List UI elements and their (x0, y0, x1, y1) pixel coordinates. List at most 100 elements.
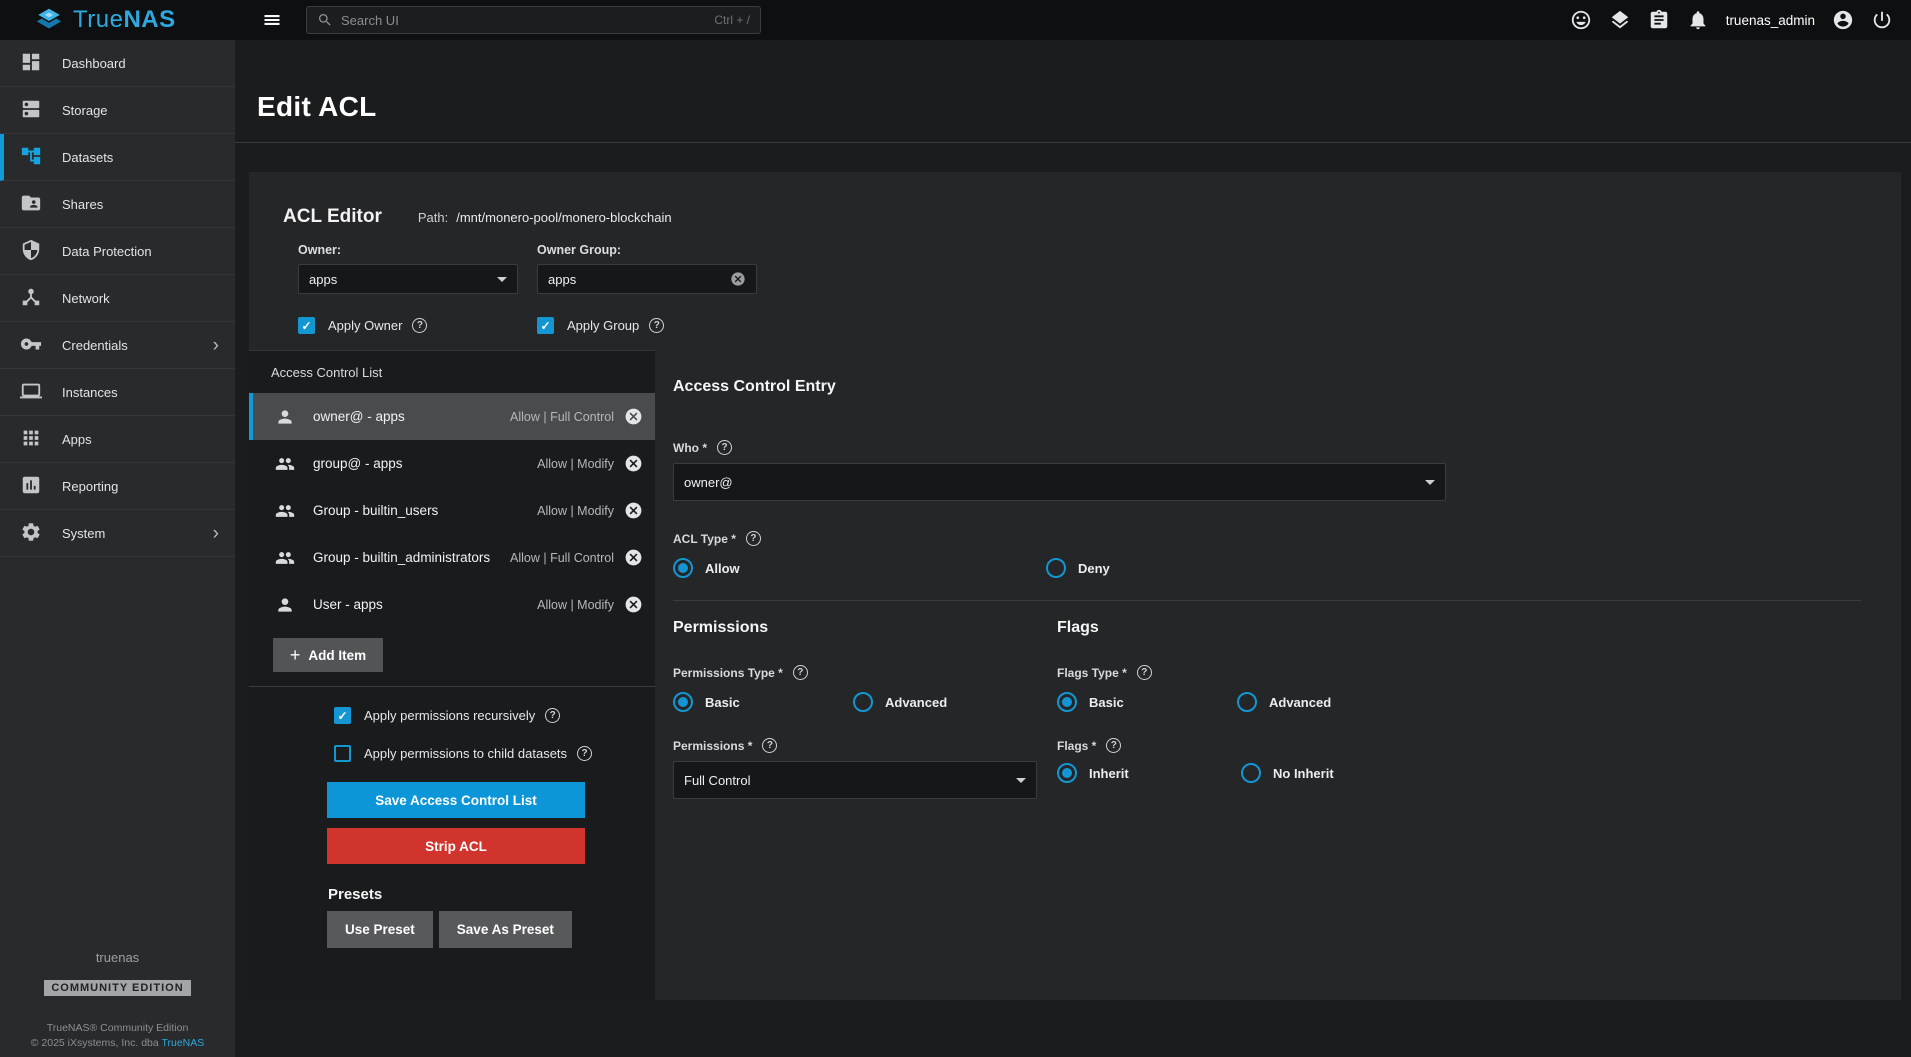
storage-icon (20, 98, 44, 122)
flags-column: Flags Flags Type * ? Basic (1057, 619, 1334, 799)
acl-list-heading: Access Control List (249, 351, 655, 393)
sidebar: Dashboard Storage Datasets Shares Data P… (0, 40, 235, 1057)
radio-allow[interactable] (673, 558, 693, 578)
radio-no-inherit[interactable] (1241, 763, 1261, 783)
help-icon[interactable]: ? (649, 318, 664, 333)
who-select[interactable]: owner@ (673, 463, 1446, 501)
footer-copyright-line: © 2025 iXsystems, Inc. dba TrueNAS (0, 1037, 235, 1049)
help-icon[interactable]: ? (1106, 738, 1121, 753)
search-box: Ctrl + / (306, 6, 761, 34)
radio-permissions-advanced[interactable] (853, 692, 873, 712)
sidebar-item-reporting[interactable]: Reporting (0, 463, 235, 510)
access-control-list-panel: Access Control List owner@ - apps Allow … (249, 350, 655, 1000)
apply-child-datasets-checkbox[interactable] (334, 745, 351, 762)
save-as-preset-button[interactable]: Save As Preset (439, 911, 572, 948)
acl-entry-row[interactable]: group@ - apps Allow | Modify (249, 440, 655, 487)
acl-editor-card: ACL Editor Path: /mnt/monero-pool/monero… (249, 172, 1901, 1000)
acl-type-label: ACL Type * ? (673, 531, 1861, 546)
sidebar-item-datasets[interactable]: Datasets (0, 134, 235, 181)
radio-deny[interactable] (1046, 558, 1066, 578)
radio-permissions-basic[interactable] (673, 692, 693, 712)
permissions-column: Permissions Permissions Type * ? Basic (673, 619, 1057, 799)
clear-input-icon[interactable] (730, 271, 746, 287)
permissions-select[interactable]: Full Control (673, 761, 1037, 799)
main-content: Edit ACL ACL Editor Path: /mnt/monero-po… (235, 40, 1911, 1057)
radio-flags-basic[interactable] (1057, 692, 1077, 712)
search-input[interactable] (341, 13, 714, 28)
dropdown-arrow-icon (1425, 480, 1435, 485)
remove-entry-icon[interactable] (624, 595, 643, 614)
chevron-right-icon: › (213, 524, 219, 543)
group-icon (275, 501, 295, 521)
acl-entry-row[interactable]: User - apps Allow | Modify (249, 581, 655, 628)
acl-entry-row[interactable]: owner@ - apps Allow | Full Control (249, 393, 655, 440)
remove-entry-icon[interactable] (624, 548, 643, 567)
remove-entry-icon[interactable] (624, 501, 643, 520)
truenas-logo[interactable]: TrueNAS (0, 5, 235, 35)
group-icon (275, 454, 295, 474)
acl-entry-row[interactable]: Group - builtin_administrators Allow | F… (249, 534, 655, 581)
apply-recursively-checkbox[interactable]: ✓ (334, 707, 351, 724)
help-icon[interactable]: ? (717, 440, 732, 455)
title-divider (235, 142, 1911, 143)
person-icon (275, 595, 295, 615)
power-icon[interactable] (1871, 9, 1893, 31)
reporting-icon (20, 474, 44, 498)
sidebar-item-credentials[interactable]: Credentials › (0, 322, 235, 369)
menu-toggle-button[interactable] (262, 10, 282, 30)
feedback-icon[interactable] (1570, 9, 1592, 31)
acl-type-radio-group: Allow Deny (673, 558, 1861, 578)
plus-icon: + (290, 646, 301, 664)
owner-select[interactable]: apps (298, 264, 518, 294)
data-protection-icon (20, 239, 44, 263)
sidebar-item-network[interactable]: Network (0, 275, 235, 322)
page-title: Edit ACL (257, 91, 1911, 123)
flags-heading: Flags (1057, 619, 1334, 637)
acl-entry-row[interactable]: Group - builtin_users Allow | Modify (249, 487, 655, 534)
apply-recursively-label: Apply permissions recursively (364, 708, 535, 723)
sidebar-item-apps[interactable]: Apps (0, 416, 235, 463)
help-icon[interactable]: ? (793, 665, 808, 680)
sidebar-item-storage[interactable]: Storage (0, 87, 235, 134)
truenas-footer-link[interactable]: TrueNAS (161, 1037, 204, 1049)
add-item-button[interactable]: + Add Item (273, 638, 383, 672)
sidebar-item-dashboard[interactable]: Dashboard (0, 40, 235, 87)
alerts-bell-icon[interactable] (1687, 9, 1709, 31)
permissions-type-radio-group: Basic Advanced (673, 692, 1057, 712)
strip-acl-button[interactable]: Strip ACL (327, 828, 585, 864)
save-acl-button[interactable]: Save Access Control List (327, 782, 585, 818)
remove-entry-icon[interactable] (624, 454, 643, 473)
presets-heading: Presets (328, 886, 655, 903)
datasets-icon (20, 145, 44, 169)
radio-inherit[interactable] (1057, 763, 1077, 783)
user-avatar-icon[interactable] (1832, 9, 1854, 31)
jobs-icon[interactable] (1648, 9, 1670, 31)
sidebar-item-instances[interactable]: Instances (0, 369, 235, 416)
remove-entry-icon[interactable] (624, 407, 643, 426)
username-label[interactable]: truenas_admin (1726, 13, 1815, 28)
section-divider (673, 600, 1861, 601)
flags-type-radio-group: Basic Advanced (1057, 692, 1334, 712)
use-preset-button[interactable]: Use Preset (327, 911, 433, 948)
help-icon[interactable]: ? (412, 318, 427, 333)
apply-owner-checkbox[interactable]: ✓ (298, 317, 315, 334)
dropdown-arrow-icon (497, 277, 507, 282)
acl-editor-heading: ACL Editor (283, 206, 382, 228)
apply-group-checkbox[interactable]: ✓ (537, 317, 554, 334)
sidebar-item-shares[interactable]: Shares (0, 181, 235, 228)
help-icon[interactable]: ? (1137, 665, 1152, 680)
person-icon (275, 407, 295, 427)
help-icon[interactable]: ? (577, 746, 592, 761)
flags-type-label: Flags Type * ? (1057, 665, 1334, 680)
help-icon[interactable]: ? (762, 738, 777, 753)
help-icon[interactable]: ? (746, 531, 761, 546)
sidebar-item-data-protection[interactable]: Data Protection (0, 228, 235, 275)
truecommand-icon[interactable] (1609, 9, 1631, 31)
access-control-entry-section: Access Control Entry Who * ? owner@ ACL … (655, 350, 1901, 1000)
help-icon[interactable]: ? (545, 708, 560, 723)
radio-flags-advanced[interactable] (1237, 692, 1257, 712)
sidebar-item-system[interactable]: System › (0, 510, 235, 557)
search-icon (317, 12, 333, 28)
credentials-icon (20, 333, 44, 357)
owner-group-input[interactable]: apps (537, 264, 757, 294)
